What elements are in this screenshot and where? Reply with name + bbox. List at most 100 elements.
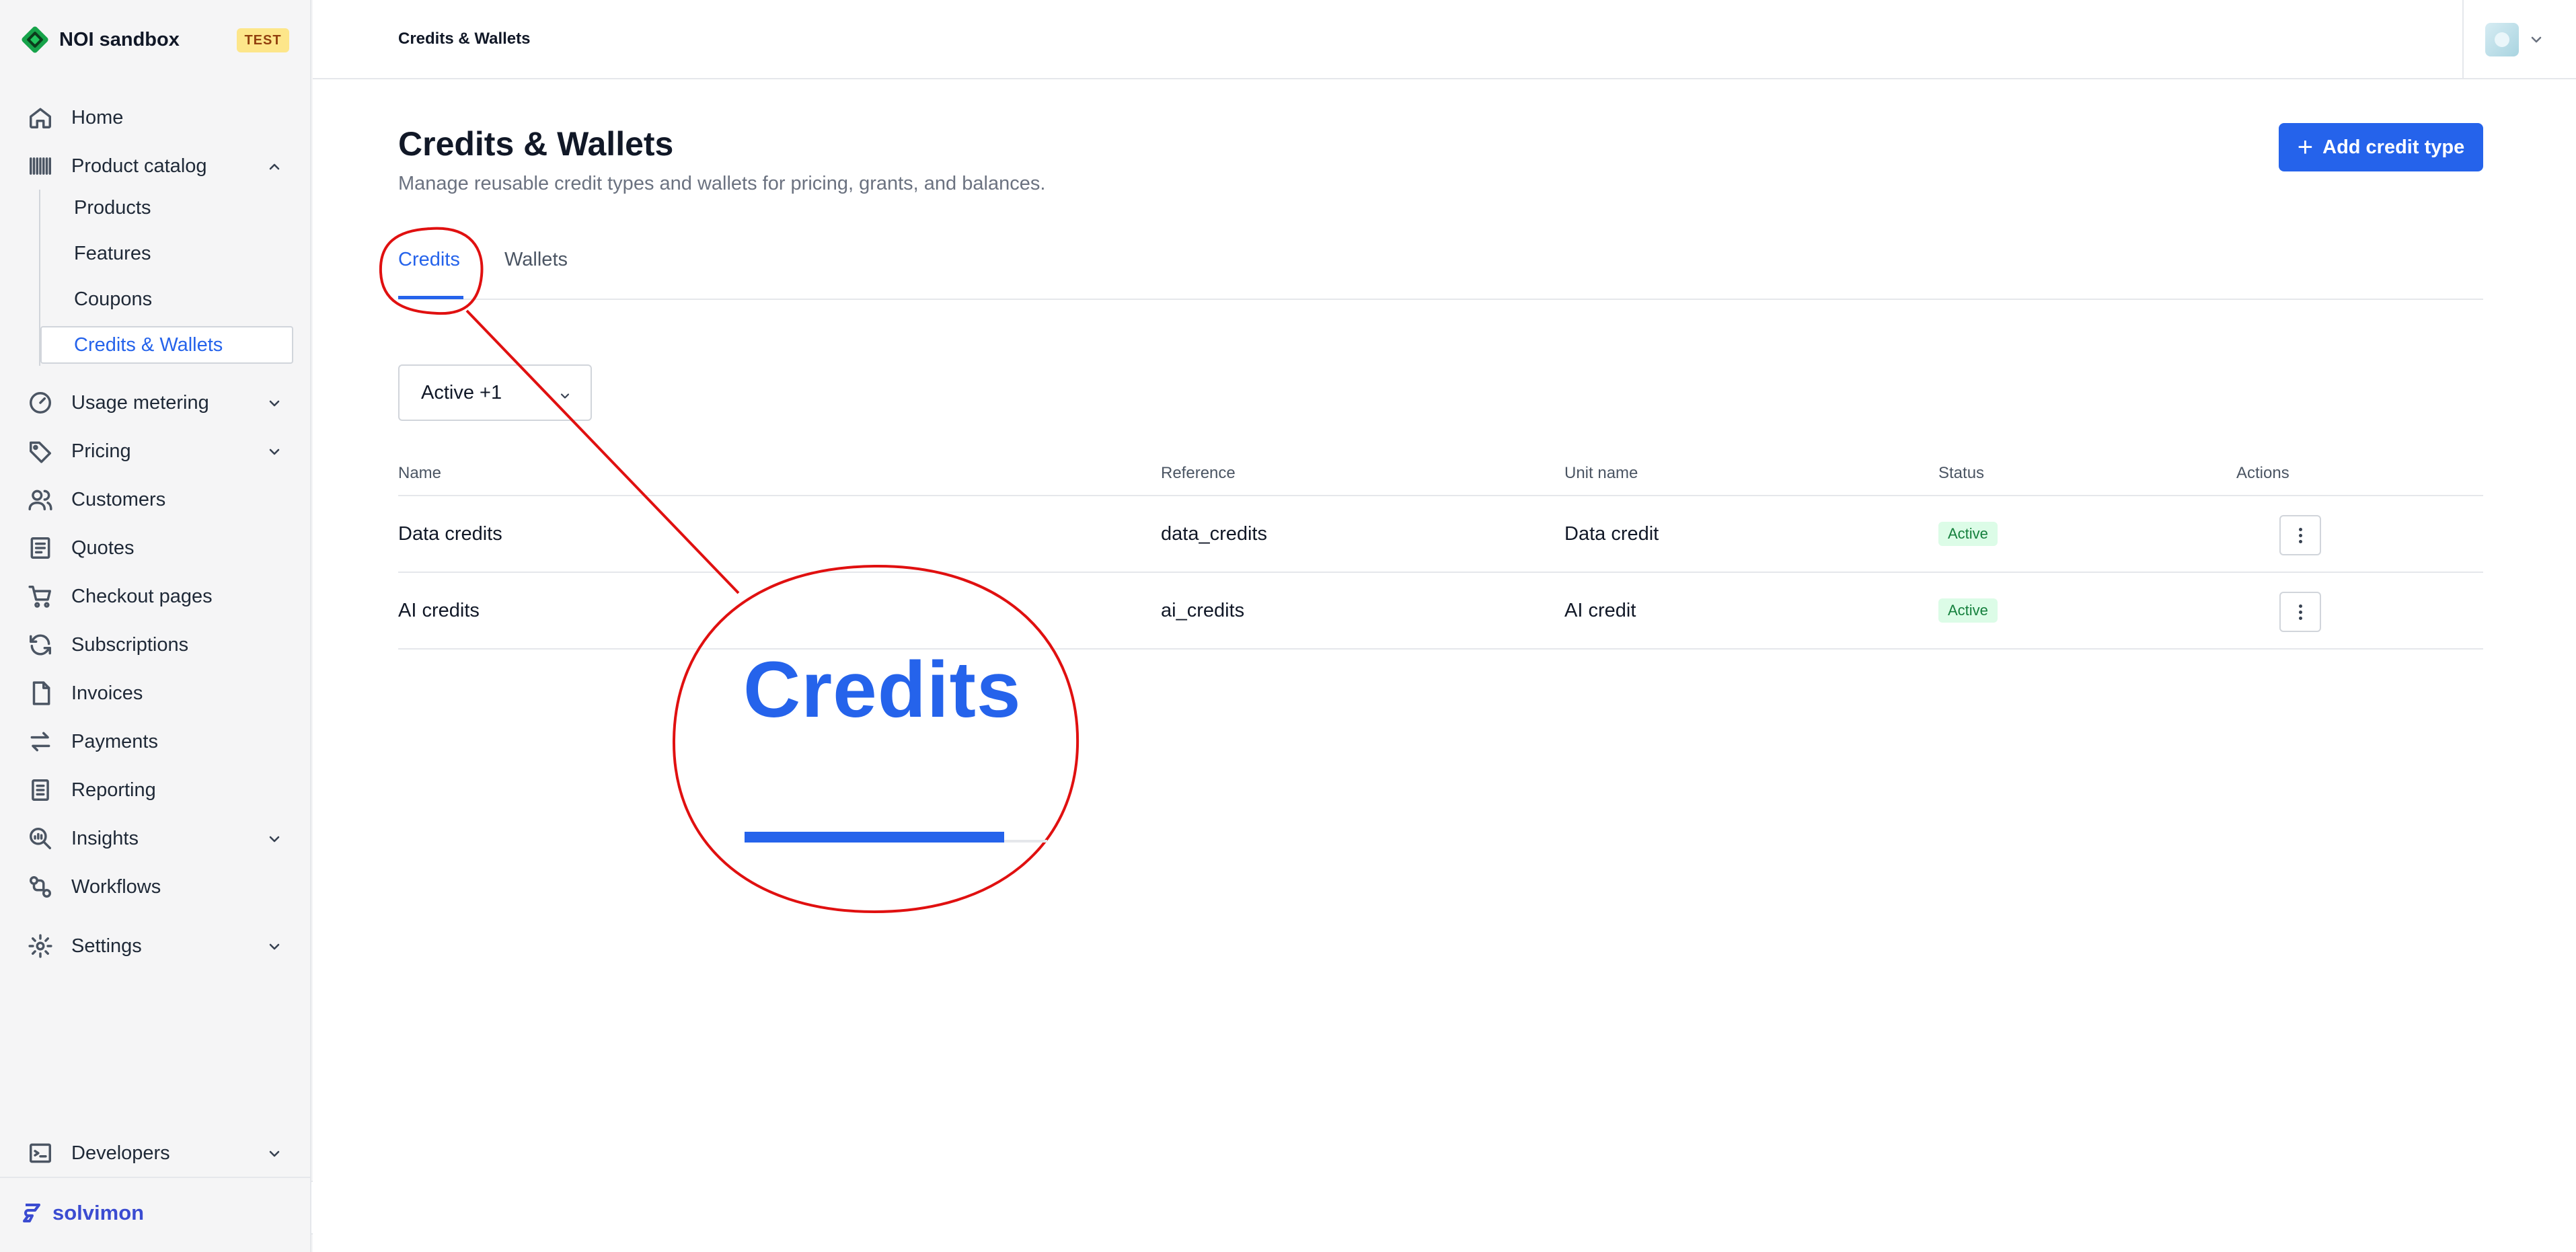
row-actions-button[interactable] xyxy=(2279,592,2321,632)
column-header-reference: Reference xyxy=(1161,464,1236,482)
tab-credits-label: Credits xyxy=(398,249,460,270)
home-icon xyxy=(27,104,54,131)
refresh-icon xyxy=(27,631,54,658)
table-row[interactable]: AI credits ai_credits AI credit Active xyxy=(398,573,2483,650)
sidebar-item-label: Developers xyxy=(71,1142,170,1164)
topbar-divider xyxy=(2462,0,2464,78)
chevron-down-icon xyxy=(266,938,282,954)
chevron-down-icon xyxy=(266,395,282,411)
sidebar-item-label: Home xyxy=(71,106,124,128)
plus-icon: + xyxy=(2297,132,2314,162)
sidebar-item-label: Quotes xyxy=(71,537,135,559)
add-credit-type-label: Add credit type xyxy=(2322,136,2465,158)
report-icon xyxy=(27,777,54,804)
column-header-unit-name: Unit name xyxy=(1564,464,1638,482)
sidebar-item-quotes[interactable]: Quotes xyxy=(27,528,296,568)
sidebar-item-settings[interactable]: Settings xyxy=(27,926,296,966)
workspace-switcher[interactable]: NOI sandbox xyxy=(20,23,180,56)
row-actions-button[interactable] xyxy=(2279,515,2321,555)
users-icon xyxy=(27,486,54,513)
chevron-down-icon xyxy=(558,386,572,399)
sidebar-subitem-features[interactable]: Features xyxy=(40,235,293,272)
sidebar-item-insights[interactable]: Insights xyxy=(27,818,296,859)
sidebar-item-reporting[interactable]: Reporting xyxy=(27,770,296,810)
sidebar-item-label: Reporting xyxy=(71,779,156,801)
tab-wallets[interactable]: Wallets xyxy=(504,249,568,271)
active-tab-indicator xyxy=(398,296,463,299)
environment-badge: TEST xyxy=(237,28,289,52)
user-menu[interactable] xyxy=(2485,23,2544,56)
topbar: Credits & Wallets xyxy=(313,0,2576,79)
cart-icon xyxy=(27,583,54,610)
workspace-logo-icon xyxy=(20,25,50,54)
sidebar-item-label: Subscriptions xyxy=(71,633,189,656)
insights-search-icon xyxy=(27,825,54,852)
tab-bar: Credits Wallets xyxy=(398,229,2483,300)
sidebar-item-label: Settings xyxy=(71,935,142,957)
sidebar-item-developers[interactable]: Developers xyxy=(27,1133,296,1173)
sidebar-subitem-products[interactable]: Products xyxy=(40,189,293,227)
workspace-name: NOI sandbox xyxy=(59,28,180,50)
sidebar-item-subscriptions[interactable]: Subscriptions xyxy=(27,625,296,665)
status-filter-dropdown[interactable]: Active +1 xyxy=(398,364,592,421)
sidebar-item-invoices[interactable]: Invoices xyxy=(27,673,296,713)
sidebar: NOI sandbox TEST Home Product catalog Pr… xyxy=(0,0,311,1252)
status-badge: Active xyxy=(1938,522,1998,546)
cell-reference: ai_credits xyxy=(1161,600,1245,621)
chevron-down-icon xyxy=(266,830,282,847)
sidebar-item-label: Pricing xyxy=(71,440,131,462)
chevron-down-icon xyxy=(266,443,282,459)
cell-unit-name: AI credit xyxy=(1564,600,1636,621)
tag-icon xyxy=(27,438,54,465)
chevron-down-icon xyxy=(266,1145,282,1161)
arrows-exchange-icon xyxy=(27,728,54,755)
main-content: Credits & Wallets Credits & Wallets Mana… xyxy=(313,0,2576,1252)
gear-icon xyxy=(27,933,54,960)
cell-unit-name: Data credit xyxy=(1564,523,1659,545)
sidebar-item-usage-metering[interactable]: Usage metering xyxy=(27,383,296,423)
avatar xyxy=(2485,23,2519,56)
sidebar-item-label: Product catalog xyxy=(71,155,207,177)
solvimon-logo: solvimon xyxy=(19,1200,144,1226)
terminal-icon xyxy=(27,1140,54,1167)
tab-wallets-label: Wallets xyxy=(504,249,568,270)
table-row[interactable]: Data credits data_credits Data credit Ac… xyxy=(398,496,2483,573)
column-header-actions: Actions xyxy=(2236,464,2289,482)
column-header-status: Status xyxy=(1938,464,1985,482)
sidebar-subitem-coupons[interactable]: Coupons xyxy=(40,280,293,318)
sidebar-item-label: Payments xyxy=(71,730,158,752)
tab-credits[interactable]: Credits xyxy=(398,249,460,271)
status-filter-label: Active +1 xyxy=(421,381,502,403)
sidebar-item-label: Customers xyxy=(71,488,166,510)
chevron-up-icon xyxy=(266,158,282,174)
sidebar-item-label: Checkout pages xyxy=(71,585,213,607)
sidebar-item-label: Insights xyxy=(71,827,139,849)
sidebar-item-checkout-pages[interactable]: Checkout pages xyxy=(27,576,296,617)
kebab-icon xyxy=(2298,604,2302,608)
sidebar-subitem-credits-wallets[interactable]: Credits & Wallets xyxy=(40,326,293,364)
sidebar-item-home[interactable]: Home xyxy=(27,97,296,138)
sidebar-item-pricing[interactable]: Pricing xyxy=(27,431,296,471)
sidebar-item-label: Usage metering xyxy=(71,391,209,414)
solvimon-logo-icon xyxy=(23,1204,40,1222)
footer-brand-name: solvimon xyxy=(52,1201,145,1224)
sidebar-item-payments[interactable]: Payments xyxy=(27,721,296,762)
status-badge: Active xyxy=(1938,598,1998,623)
cell-name: Data credits xyxy=(398,523,502,545)
sidebar-item-label: Workflows xyxy=(71,875,161,898)
chevron-down-icon xyxy=(2528,32,2544,48)
workflow-icon xyxy=(27,873,54,900)
add-credit-type-button[interactable]: + Add credit type xyxy=(2279,123,2483,171)
kebab-icon xyxy=(2298,527,2302,531)
sidebar-item-customers[interactable]: Customers xyxy=(27,479,296,520)
barcode-icon xyxy=(27,153,54,180)
gauge-icon xyxy=(27,389,54,416)
column-header-name: Name xyxy=(398,464,442,482)
sidebar-item-workflows[interactable]: Workflows xyxy=(27,867,296,907)
file-icon xyxy=(27,680,54,707)
table-header: Name Reference Unit name Status Actions xyxy=(398,455,2483,496)
quote-document-icon xyxy=(27,535,54,561)
page-subtitle: Manage reusable credit types and wallets… xyxy=(398,173,1046,194)
sidebar-item-product-catalog[interactable]: Product catalog xyxy=(27,146,296,186)
breadcrumb: Credits & Wallets xyxy=(398,30,531,48)
